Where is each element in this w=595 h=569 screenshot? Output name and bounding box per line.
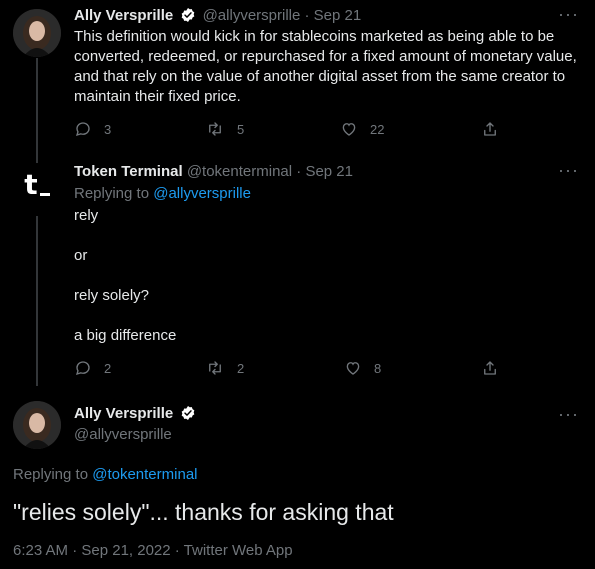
tweet-line: a big difference bbox=[74, 327, 177, 344]
like-icon bbox=[342, 123, 356, 136]
author-handle[interactable]: @allyversprille bbox=[203, 7, 301, 24]
author-handle[interactable]: @allyversprille bbox=[74, 425, 172, 445]
retweet-button[interactable]: 2 bbox=[205, 359, 244, 377]
reply-count: 3 bbox=[104, 121, 112, 137]
like-icon bbox=[346, 362, 360, 375]
avatar-logo: t bbox=[24, 168, 38, 201]
retweet-button[interactable]: 5 bbox=[205, 120, 244, 138]
tweet-header: Ally Versprille @allyversprille · Sep 21 bbox=[74, 6, 361, 26]
retweet-count: 2 bbox=[237, 360, 245, 376]
retweet-icon bbox=[209, 122, 221, 136]
avatar[interactable] bbox=[13, 401, 61, 449]
avatar-logo-bar bbox=[39, 192, 50, 196]
tweet-text: This definition would kick in for stable… bbox=[74, 28, 577, 105]
reply-count: 2 bbox=[104, 360, 112, 376]
separator: · bbox=[304, 7, 310, 24]
tweet-line: rely bbox=[74, 207, 99, 224]
replying-label: Replying to bbox=[13, 466, 93, 483]
share-button[interactable] bbox=[481, 120, 499, 138]
avatar-photo bbox=[13, 401, 61, 449]
reply-button[interactable]: 2 bbox=[74, 359, 111, 377]
thread-line bbox=[36, 216, 38, 386]
tweet-actions: 2 2 8 bbox=[74, 359, 514, 379]
more-icon[interactable]: ··· bbox=[558, 4, 579, 25]
retweet-count: 5 bbox=[237, 121, 245, 137]
verified-icon bbox=[182, 406, 195, 420]
tweet-line: rely solely? bbox=[74, 287, 150, 304]
reply-icon bbox=[75, 361, 90, 376]
tweet-actions: 3 5 22 bbox=[74, 120, 514, 140]
author-handle[interactable]: @tokenterminal bbox=[187, 163, 292, 180]
replying-handle[interactable]: @allyversprille bbox=[153, 185, 251, 202]
reply-icon bbox=[75, 122, 90, 137]
replying-to: Replying to @tokenterminal bbox=[13, 465, 198, 485]
verified-icon bbox=[182, 8, 195, 22]
author-name[interactable]: Ally Versprille bbox=[74, 405, 173, 422]
share-button[interactable] bbox=[481, 359, 499, 377]
main-tweet-text: "relies solely"... thanks for asking tha… bbox=[13, 499, 394, 525]
tweet-header: Ally Versprille bbox=[74, 404, 198, 424]
replying-handle[interactable]: @tokenterminal bbox=[92, 466, 197, 483]
like-count: 22 bbox=[370, 121, 385, 137]
like-button[interactable]: 22 bbox=[340, 120, 384, 138]
share-icon bbox=[484, 122, 496, 136]
tweet-date[interactable]: Sep 21 bbox=[314, 7, 362, 24]
more-icon[interactable]: ··· bbox=[558, 404, 579, 425]
like-button[interactable]: 8 bbox=[344, 359, 381, 377]
avatar-photo bbox=[13, 9, 61, 57]
more-icon[interactable]: ··· bbox=[558, 160, 579, 181]
replying-to: Replying to @allyversprille bbox=[74, 184, 251, 204]
author-name[interactable]: Token Terminal bbox=[74, 163, 183, 180]
thread-line bbox=[36, 58, 38, 166]
tweet-line: or bbox=[74, 247, 88, 264]
tweet-date[interactable]: Sep 21 bbox=[305, 163, 353, 180]
like-count: 8 bbox=[374, 360, 382, 376]
avatar[interactable] bbox=[13, 9, 61, 57]
avatar[interactable]: t bbox=[13, 163, 61, 211]
share-icon bbox=[484, 361, 496, 375]
reply-button[interactable]: 3 bbox=[74, 120, 111, 138]
tweet-header: Token Terminal @tokenterminal · Sep 21 bbox=[74, 162, 353, 182]
separator: · bbox=[296, 163, 302, 180]
retweet-icon bbox=[209, 361, 221, 375]
tweet-timestamp[interactable]: 6:23 AM · Sep 21, 2022 · Twitter Web App bbox=[13, 542, 293, 559]
author-name[interactable]: Ally Versprille bbox=[74, 7, 173, 24]
replying-label: Replying to bbox=[74, 185, 154, 202]
